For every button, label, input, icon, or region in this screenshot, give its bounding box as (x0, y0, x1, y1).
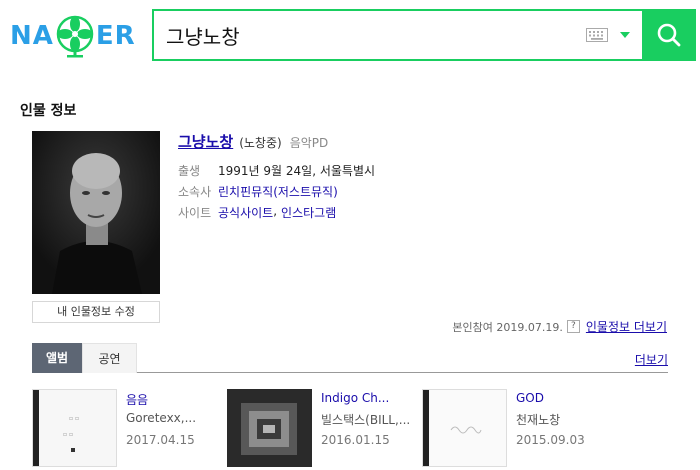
instagram-link[interactable]: 인스타그램 (281, 204, 336, 221)
search-icon (657, 23, 681, 47)
album-artist[interactable]: 천재노창 (516, 411, 560, 428)
album-title[interactable]: 음음 (126, 391, 148, 408)
search-button[interactable] (642, 9, 696, 61)
album-cover[interactable]: ▫ ▫ ▫ ▫ (32, 389, 117, 467)
content-tabs: 앨범 공연 더보기 (32, 343, 668, 373)
agency-row: 소속사 린치핀뮤직(저스트뮤직) (178, 183, 338, 200)
birth-value: 1991년 9월 24일, 서울특별시 (218, 164, 376, 178)
section-title: 인물 정보 (20, 103, 77, 119)
agency-label: 소속사 (178, 185, 212, 199)
search-input[interactable] (166, 21, 576, 49)
keyboard-icon[interactable] (586, 28, 608, 42)
site-separator: , (273, 204, 278, 218)
birth-label: 출생 (178, 164, 201, 178)
svg-text:▫ ▫: ▫ ▫ (63, 431, 73, 438)
dropdown-arrow-icon[interactable] (620, 32, 630, 38)
agency-link[interactable]: 린치핀뮤직(저스트뮤직) (218, 183, 338, 200)
album-artist[interactable]: 빌스택스(BILL,... (321, 411, 410, 428)
help-icon[interactable]: ? (566, 320, 580, 333)
album-date: 2017.04.15 (126, 433, 195, 447)
profile-photo[interactable] (32, 131, 160, 294)
tab-album[interactable]: 앨범 (32, 343, 82, 373)
logo-text-left: NA (10, 21, 54, 51)
album-title[interactable]: GOD (516, 391, 544, 405)
person-alias: (노창중) (239, 136, 282, 150)
person-name-link[interactable]: 그냥노창 (178, 131, 233, 152)
reference-date: 본인참여 2019.07.19. (452, 320, 563, 334)
album-date: 2016.01.15 (321, 433, 390, 447)
svg-text:▫ ▫: ▫ ▫ (69, 415, 79, 422)
person-occupation: 음악PD (289, 136, 329, 150)
reference-line: 본인참여 2019.07.19. ? 인물정보 더보기 (452, 318, 667, 335)
name-line: 그냥노창 (노창중) 음악PD (178, 131, 328, 152)
official-site-link[interactable]: 공식사이트 (218, 204, 273, 221)
edit-profile-button[interactable]: 내 인물정보 수정 (32, 301, 160, 323)
album-cover[interactable] (227, 389, 312, 467)
search-box (152, 9, 642, 61)
album-date: 2015.09.03 (516, 433, 585, 447)
album-cover[interactable] (422, 389, 507, 467)
tab-show[interactable]: 공연 (82, 343, 137, 373)
naver-logo[interactable]: NA ER (10, 14, 136, 58)
site-label: 사이트 (178, 206, 212, 220)
site-row: 사이트 공식사이트 , 인스타그램 (178, 204, 336, 221)
album-artist[interactable]: Goretexx,... (126, 411, 196, 425)
logo-text-right: ER (95, 21, 136, 51)
album-title[interactable]: Indigo Ch... (321, 391, 389, 405)
more-profile-link[interactable]: 인물정보 더보기 (586, 318, 667, 335)
more-albums-link[interactable]: 더보기 (635, 351, 668, 368)
fan-logo-icon (56, 15, 94, 58)
birth-row: 출생 1991년 9월 24일, 서울특별시 (178, 162, 375, 179)
